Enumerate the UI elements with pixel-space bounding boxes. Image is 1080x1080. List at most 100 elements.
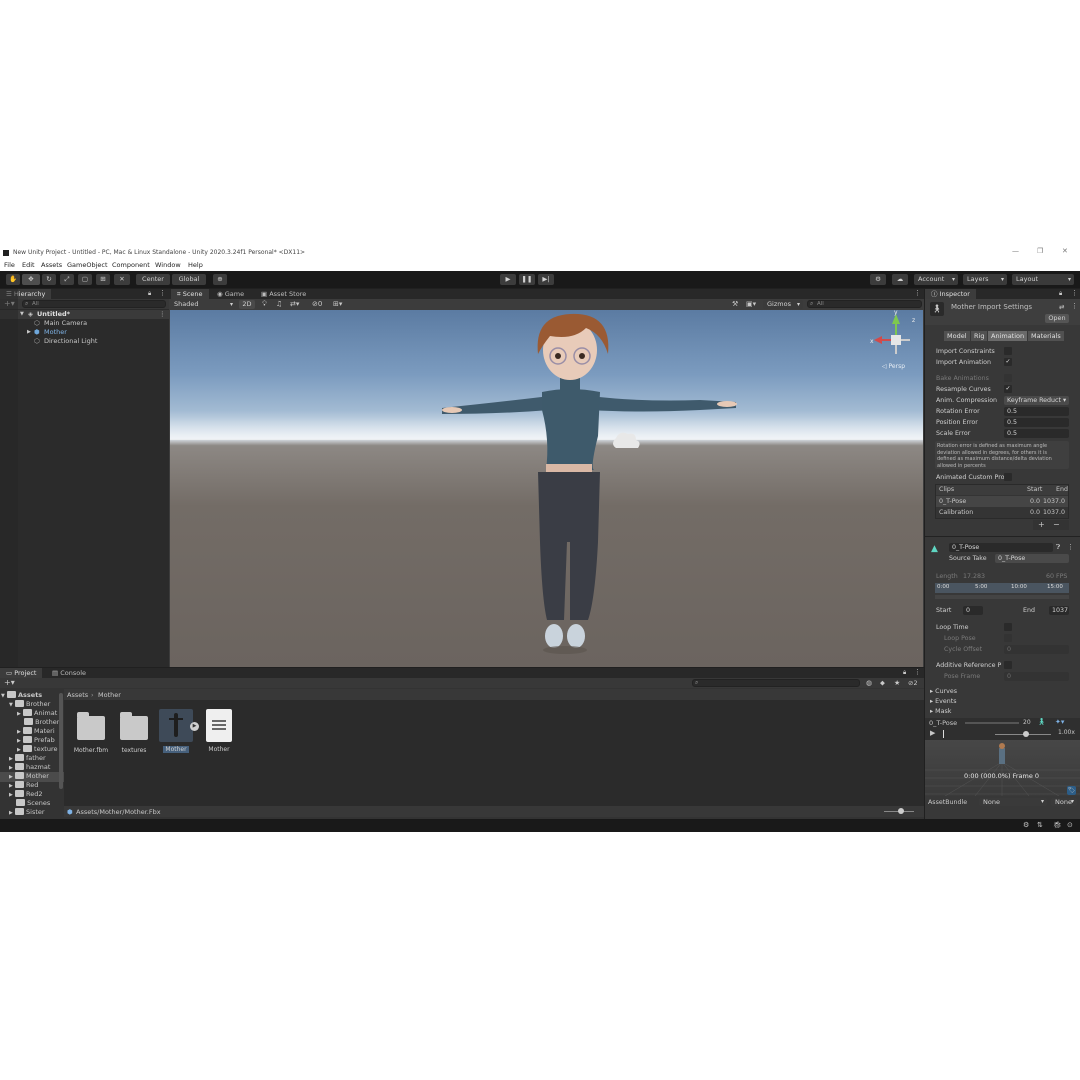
foldout-mask[interactable]: ▸ Mask xyxy=(930,708,951,715)
expand-arrow-icon[interactable]: ▶ xyxy=(9,792,13,798)
expand-arrow-icon[interactable]: ▶ xyxy=(9,756,13,762)
layout-dropdown[interactable]: Layout xyxy=(1012,274,1074,285)
maximize-button[interactable]: ❐ xyxy=(1037,247,1043,255)
step-button[interactable]: ▶| xyxy=(538,274,554,285)
inspector-lock-icon[interactable]: 🔒︎ xyxy=(1059,290,1062,298)
expand-arrow-icon[interactable]: ▼ xyxy=(20,310,24,319)
expand-arrow-icon[interactable]: ▼ xyxy=(1,693,5,699)
gizmos-dropdown[interactable]: Gizmos xyxy=(763,300,803,309)
project-more-icon[interactable]: ⋮ xyxy=(914,668,921,676)
breadcrumb-mother[interactable]: Mother xyxy=(98,691,121,699)
scene-orientation-gizmo[interactable]: x y z xyxy=(870,310,915,354)
collab-status-icon[interactable]: ⇅ xyxy=(1037,821,1043,829)
snap-icon[interactable]: ⊕ xyxy=(213,274,227,285)
minimize-button[interactable]: — xyxy=(1012,247,1019,255)
expand-asset-icon[interactable]: ▶ xyxy=(190,722,199,731)
preview-play-button[interactable]: ▶ xyxy=(930,729,935,737)
remove-clip-button[interactable]: − xyxy=(1053,520,1060,530)
scene-search-input[interactable]: All xyxy=(807,300,922,308)
layers-dropdown[interactable]: Layers xyxy=(963,274,1007,285)
hierarchy-scene-row[interactable]: ▼ ◈ Untitled* ⋮ xyxy=(0,310,169,319)
clip-more-icon[interactable]: ⋮ xyxy=(1067,543,1074,551)
expand-arrow-icon[interactable]: ▶ xyxy=(9,765,13,771)
tab-console[interactable]: ▤ Console xyxy=(46,668,92,678)
effects-icon[interactable]: ⇄▾ xyxy=(290,300,299,308)
tab-asset-store[interactable]: ▣ Asset Store xyxy=(255,289,312,299)
hand-tool-icon[interactable]: ✋ xyxy=(6,274,20,285)
scene-more-icon[interactable]: ⋮ xyxy=(914,289,921,297)
end-field[interactable]: 1037 xyxy=(1049,606,1069,615)
expand-arrow-icon[interactable]: ▶ xyxy=(27,328,31,337)
tab-materials[interactable]: Materials xyxy=(1028,331,1064,341)
preset-icon[interactable]: ⇄ xyxy=(1059,303,1064,311)
more-menu-icon[interactable]: ⋮ xyxy=(159,289,166,297)
tab-rig[interactable]: Rig xyxy=(971,331,988,341)
transform-tool-icon[interactable]: ⊞ xyxy=(96,274,110,285)
shading-mode-dropdown[interactable]: Shaded xyxy=(170,300,236,309)
grid-icon[interactable]: ⊞▾ xyxy=(333,300,342,308)
2d-mode-toggle[interactable]: 2D xyxy=(239,300,255,309)
menu-window[interactable]: Window xyxy=(155,261,181,269)
collab-icon[interactable]: ⚙ xyxy=(870,274,886,285)
pivot-center-toggle[interactable]: Center xyxy=(136,274,170,285)
add-clip-button[interactable]: + xyxy=(1038,520,1045,530)
hierarchy-item-mother[interactable]: ▶ ⬢ Mother xyxy=(0,328,169,337)
import-constraints-checkbox[interactable] xyxy=(1004,347,1012,355)
perspective-label[interactable]: ◁ Persp xyxy=(882,363,905,370)
import-animation-checkbox[interactable]: ✓ xyxy=(1004,358,1012,366)
auto-generate-icon[interactable]: ⊙ xyxy=(1067,821,1073,829)
camera-settings-icon[interactable]: ▣▾ xyxy=(746,300,756,308)
custom-tool-icon[interactable]: ✕ xyxy=(114,274,130,285)
asset-mother-file[interactable]: Mother xyxy=(201,709,237,753)
close-button[interactable]: ✕ xyxy=(1062,247,1068,255)
menu-component[interactable]: Component xyxy=(112,261,150,269)
favorite-icon[interactable]: ★ xyxy=(894,679,900,687)
position-error-field[interactable]: 0.5 xyxy=(1004,418,1069,427)
tree-item-sister[interactable]: ▶ Sister xyxy=(9,808,45,818)
assetbundle-variant-dropdown[interactable]: None xyxy=(1051,798,1077,806)
rotation-error-field[interactable]: 0.5 xyxy=(1004,407,1069,416)
global-space-toggle[interactable]: Global xyxy=(172,274,206,285)
tab-model[interactable]: Model xyxy=(944,331,970,341)
tag-icon[interactable]: 🏷︎ xyxy=(1067,786,1076,795)
resample-curves-checkbox[interactable]: ✓ xyxy=(1004,385,1012,393)
asset-textures[interactable]: textures xyxy=(116,712,152,754)
expand-arrow-icon[interactable]: ▶ xyxy=(17,729,21,735)
tools-icon[interactable]: ⚒ xyxy=(732,300,738,308)
scale-tool-icon[interactable]: ⤢ xyxy=(60,274,74,285)
scene-menu-icon[interactable]: ⋮ xyxy=(159,310,166,319)
source-take-dropdown[interactable]: 0_T-Pose xyxy=(995,554,1069,563)
hidden-packages-icon[interactable]: ⊘2 xyxy=(908,679,918,687)
cloud-icon[interactable]: ☁ xyxy=(892,274,908,285)
preview-playhead[interactable] xyxy=(943,730,944,738)
speed-slider-thumb[interactable] xyxy=(1023,731,1029,737)
expand-arrow-icon[interactable]: ▶ xyxy=(9,783,13,789)
progress-icon[interactable]: ⚙ xyxy=(1023,821,1029,829)
open-button[interactable]: Open xyxy=(1045,314,1069,323)
start-field[interactable]: 0 xyxy=(963,606,983,615)
clip-name-field[interactable]: 0_T-Pose xyxy=(949,543,1053,552)
rotate-tool-icon[interactable]: ↻ xyxy=(42,274,56,285)
inspector-more-icon[interactable]: ⋮ xyxy=(1071,289,1078,297)
lighting-icon[interactable]: 💡︎ xyxy=(262,300,267,309)
filter-label-icon[interactable]: ⬥ xyxy=(880,679,885,688)
tab-inspector[interactable]: ⓘ Inspector xyxy=(925,289,976,299)
tab-project[interactable]: ▭ Project xyxy=(0,668,43,678)
icon-size-slider-thumb[interactable] xyxy=(898,808,904,814)
rect-tool-icon[interactable]: ▢ xyxy=(78,274,92,285)
menu-edit[interactable]: Edit xyxy=(22,261,35,269)
asset-mother-fbx[interactable]: ▶ Mother xyxy=(158,709,199,753)
foldout-curves[interactable]: ▸ Curves xyxy=(930,688,957,695)
expand-arrow-icon[interactable]: ▶ xyxy=(9,810,13,816)
expand-arrow-icon[interactable]: ▼ xyxy=(9,702,13,708)
hierarchy-search-input[interactable]: All xyxy=(22,300,166,308)
scene-viewport[interactable]: x y z ◁ Persp xyxy=(170,310,923,667)
project-search-input[interactable] xyxy=(692,679,860,687)
loop-time-checkbox[interactable] xyxy=(1004,623,1012,631)
tree-item-brother-sub[interactable]: Brother xyxy=(24,718,59,727)
lock-icon[interactable]: 🔒︎ xyxy=(148,290,151,298)
expand-arrow-icon[interactable]: ▶ xyxy=(17,747,21,753)
hierarchy-item-main-camera[interactable]: ⬡ Main Camera xyxy=(0,319,169,328)
audio-icon[interactable]: ♫ xyxy=(276,300,282,308)
hierarchy-item-directional-light[interactable]: ⬡ Directional Light xyxy=(0,337,169,346)
